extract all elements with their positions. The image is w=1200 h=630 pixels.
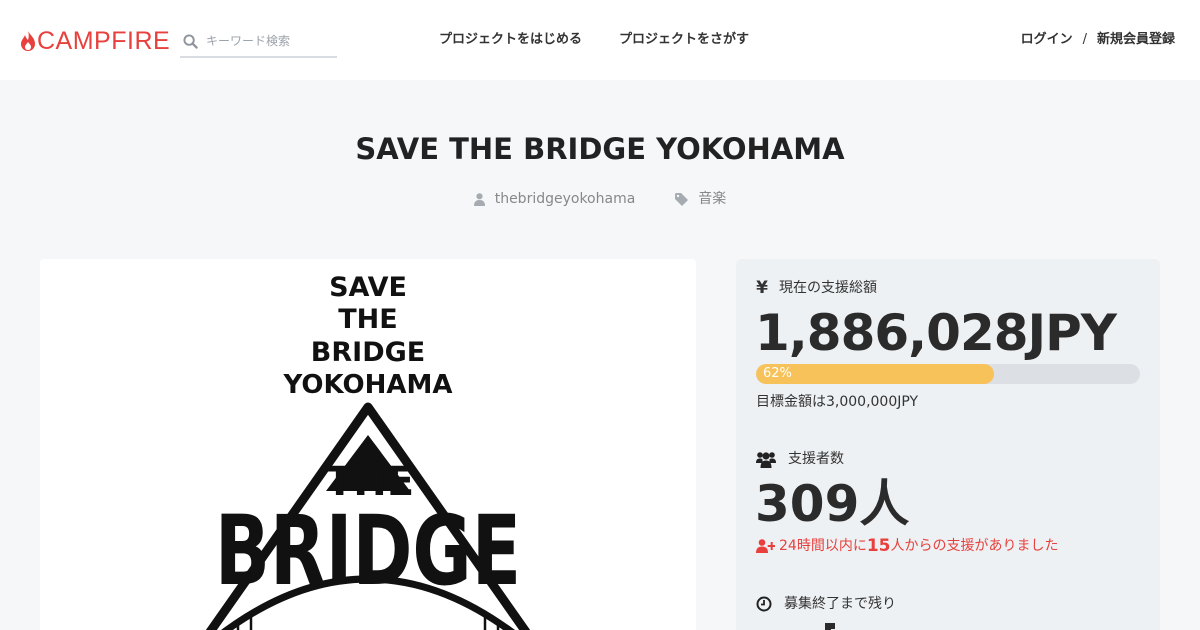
remaining-label: 募集終了まで残り [756,594,896,614]
bridge-logo-artwork: SAVE THE BRIDGE YOKOHAMA THE BRIDGE [205,272,531,630]
artwork-line-yokohama: YOKOHAMA [283,370,453,400]
search-input[interactable] [206,34,326,48]
supporters-label-text: 支援者数 [788,451,844,467]
auth-links: ログイン / 新規会員登録 [1021,31,1175,49]
search-bar [180,26,337,58]
search-icon[interactable] [183,33,198,49]
yen-icon: ¥ [756,278,768,298]
auth-separator: / [1082,32,1087,47]
recent-support-note: 24時間以内に 15 人からの支援がありました [756,536,1059,556]
funding-label: ¥ 現在の支援総額 [756,278,877,298]
funding-label-text: 現在の支援総額 [779,280,877,296]
artwork-line-bridge: BRIDGE [311,337,425,368]
user-plus-icon [756,539,775,553]
signup-link[interactable]: 新規会員登録 [1097,31,1175,49]
logo-text: CAMPFIRE [37,27,171,55]
artwork-cables [236,612,500,630]
site-header: CAMPFIRE プロジェクトをはじめる プロジェクトをさがす ログイン / 新… [0,0,1200,80]
artwork-line-save: SAVE [329,272,407,303]
project-title: SAVE THE BRIDGE YOKOHAMA [355,132,845,166]
owner-link[interactable]: thebridgeyokohama [473,189,636,209]
recent-prefix: 24時間以内に [779,538,867,554]
supporters-label: 支援者数 [756,449,844,469]
artwork-line-the: THE [338,304,397,335]
login-link[interactable]: ログイン [1021,31,1073,49]
users-icon [756,451,776,468]
progress-fill: 62% [756,364,995,384]
recent-count: 15 [866,536,891,556]
remaining-days-value [755,617,835,630]
nav-start-project[interactable]: プロジェクトをはじめる [439,31,582,49]
clock-icon [756,596,772,612]
recent-suffix: 人からの支援がありました [890,538,1059,554]
funding-progress-bar: 62% [756,364,1140,384]
funding-amount: 1,886,028JPY [755,304,1117,362]
supporters-count: 309人 [755,475,910,533]
flame-icon [21,31,35,51]
category-name: 音楽 [698,191,727,207]
progress-percent: 62% [763,366,792,381]
goal-amount: 目標金額は3,000,000JPY [756,394,919,410]
category-link[interactable]: 音楽 [675,189,726,209]
remaining-label-text: 募集終了まで残り [784,596,896,612]
artwork-logo-bridge: BRIDGE [215,496,521,608]
project-meta: thebridgeyokohama 音楽 [0,189,1200,209]
campfire-logo[interactable]: CAMPFIRE [21,28,170,54]
project-image[interactable]: SAVE THE BRIDGE YOKOHAMA THE BRIDGE [40,259,696,630]
tag-icon [675,192,689,206]
nav-find-project[interactable]: プロジェクトをさがす [619,31,749,49]
owner-name: thebridgeyokohama [494,191,636,207]
user-icon [473,192,485,206]
